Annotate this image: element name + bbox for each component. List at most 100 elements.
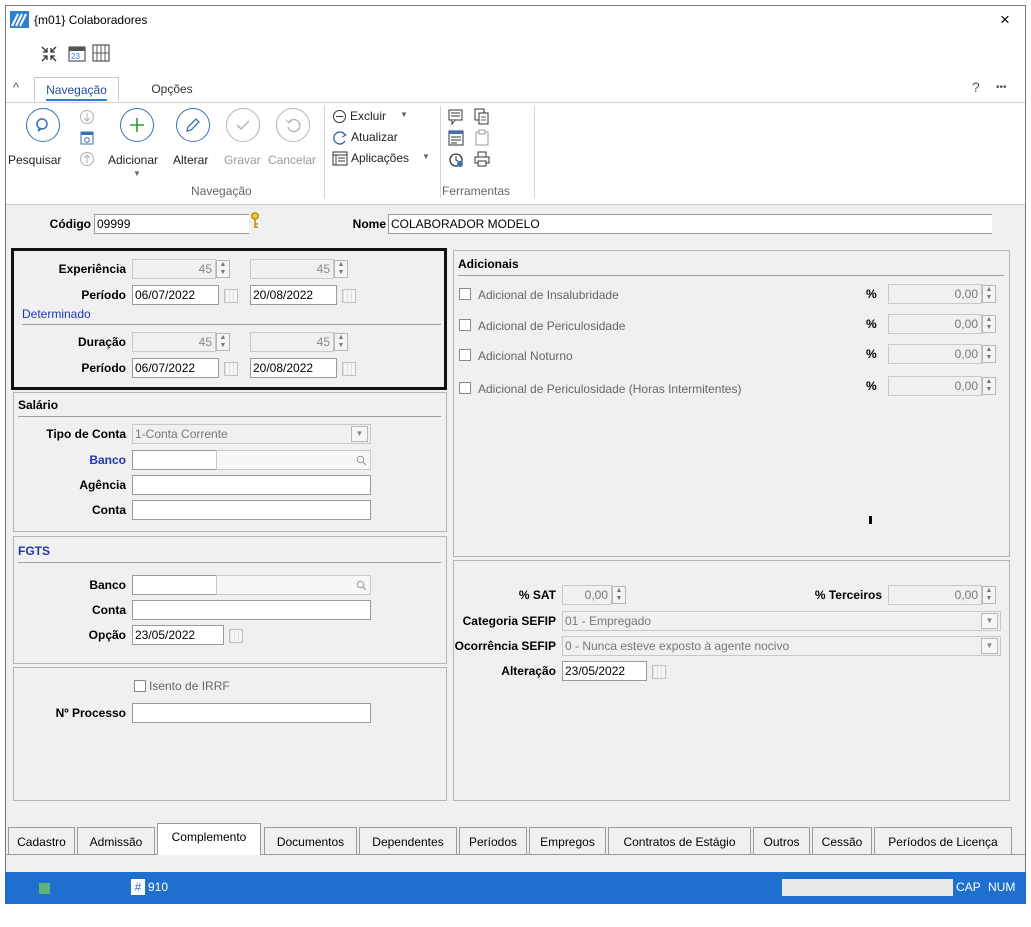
nome-input[interactable]: COLABORADOR MODELO: [388, 214, 992, 234]
codigo-input[interactable]: 09999: [94, 214, 249, 234]
search-icon[interactable]: [356, 580, 367, 591]
add-button[interactable]: Adicionar: [108, 153, 158, 167]
insalubridade-checkbox[interactable]: [459, 288, 471, 300]
banco-code-input[interactable]: [132, 450, 216, 470]
calendar-picker-icon[interactable]: [342, 289, 356, 303]
tab-cessao[interactable]: Cessão: [812, 827, 872, 855]
paste-icon[interactable]: [474, 129, 490, 146]
save-button-icon[interactable]: [226, 108, 260, 142]
periodo-end-input[interactable]: 20/08/2022: [250, 285, 337, 305]
applications-icon[interactable]: [332, 151, 348, 166]
applications-dropdown-icon[interactable]: ▼: [422, 152, 430, 161]
periculosidade-checkbox[interactable]: [459, 319, 471, 331]
spinner-icon[interactable]: ▲ ▼: [216, 333, 230, 351]
collapse-arrows-icon[interactable]: [40, 45, 58, 63]
close-icon[interactable]: ×: [1000, 10, 1010, 30]
chevron-down-icon[interactable]: ▼: [351, 426, 368, 442]
spinner-icon[interactable]: ▲ ▼: [334, 333, 348, 351]
periodo2-start-input[interactable]: 06/07/2022: [132, 358, 219, 378]
spinner-icon[interactable]: ▲ ▼: [982, 315, 996, 333]
spinner-icon[interactable]: ▲ ▼: [982, 285, 996, 303]
delete-icon[interactable]: [332, 109, 347, 124]
periculosidade-percent-input[interactable]: 0,00: [888, 314, 982, 334]
noturno-checkbox[interactable]: [459, 349, 471, 361]
grid-icon[interactable]: [92, 44, 110, 62]
refresh-button[interactable]: Atualizar: [351, 130, 398, 144]
periculosidade-intermitentes-percent-input[interactable]: 0,00: [888, 376, 982, 396]
message-icon[interactable]: [448, 109, 464, 125]
tab-cadastro[interactable]: Cadastro: [8, 827, 75, 855]
calendar-icon[interactable]: 23: [68, 44, 86, 62]
arrow-down-icon[interactable]: [79, 109, 95, 125]
calendar-picker-icon[interactable]: [342, 362, 356, 376]
calendar-picker-icon[interactable]: [224, 362, 238, 376]
refresh-icon[interactable]: [332, 130, 348, 145]
spinner-icon[interactable]: ▲ ▼: [982, 377, 996, 395]
delete-button[interactable]: Excluir: [350, 109, 386, 123]
banco-name-input[interactable]: [216, 450, 371, 470]
terceiros-input[interactable]: 0,00: [888, 585, 982, 605]
tab-contratos-estagio[interactable]: Contratos de Estágio: [608, 827, 751, 855]
key-icon[interactable]: [250, 212, 260, 230]
tipo-conta-select[interactable]: 1-Conta Corrente: [132, 424, 371, 444]
ribbon-tab-navegacao[interactable]: Navegação: [34, 77, 119, 102]
isento-irrf-checkbox[interactable]: [134, 680, 146, 692]
duracao-days-input-2[interactable]: 45: [250, 332, 334, 352]
tab-dependentes[interactable]: Dependentes: [359, 827, 457, 855]
form-icon[interactable]: [448, 130, 464, 146]
processo-input[interactable]: [132, 703, 371, 723]
add-dropdown-icon[interactable]: ▼: [133, 169, 141, 178]
periculosidade-intermitentes-checkbox[interactable]: [459, 382, 471, 394]
cancel-button[interactable]: Cancelar: [268, 153, 316, 167]
tab-periodos-licenca[interactable]: Períodos de Licença: [874, 827, 1012, 855]
fgts-banco-code-input[interactable]: [132, 575, 216, 595]
spinner-icon[interactable]: ▲ ▼: [612, 586, 626, 604]
add-button-icon[interactable]: [120, 108, 154, 142]
copy-icon[interactable]: [474, 108, 490, 125]
record-search-icon[interactable]: [79, 130, 95, 146]
tab-periodos[interactable]: Períodos: [459, 827, 527, 855]
experiencia-days-input-1[interactable]: 45: [132, 259, 216, 279]
cancel-button-icon[interactable]: [276, 108, 310, 142]
fgts-banco-name-input[interactable]: [216, 575, 371, 595]
tab-complemento[interactable]: Complemento: [157, 823, 261, 855]
arrow-up-icon[interactable]: [79, 151, 95, 167]
search-button[interactable]: Pesquisar: [8, 153, 61, 167]
duracao-days-input-1[interactable]: 45: [132, 332, 216, 352]
help-icon[interactable]: ?: [972, 79, 980, 95]
print-icon[interactable]: [474, 151, 490, 167]
noturno-percent-input[interactable]: 0,00: [888, 344, 982, 364]
ocorrencia-sefip-select[interactable]: 0 - Nunca esteve exposto à agente nocivo: [562, 636, 1001, 656]
edit-button-icon[interactable]: [176, 108, 210, 142]
spinner-icon[interactable]: ▲ ▼: [334, 260, 348, 278]
search-button-icon[interactable]: [26, 108, 60, 142]
ribbon-tab-opcoes[interactable]: Opções: [142, 77, 202, 102]
sat-input[interactable]: 0,00: [562, 585, 612, 605]
calendar-picker-icon[interactable]: [652, 665, 666, 679]
categoria-sefip-select[interactable]: 01 - Empregado: [562, 611, 1001, 631]
delete-dropdown-icon[interactable]: ▼: [400, 110, 408, 119]
experiencia-days-input-2[interactable]: 45: [250, 259, 334, 279]
save-button[interactable]: Gravar: [224, 153, 261, 167]
edit-button[interactable]: Alterar: [173, 153, 208, 167]
search-icon[interactable]: [356, 455, 367, 466]
applications-button[interactable]: Aplicações: [351, 151, 409, 165]
tab-documentos[interactable]: Documentos: [264, 827, 357, 855]
spinner-icon[interactable]: ▲ ▼: [216, 260, 230, 278]
agencia-input[interactable]: [132, 475, 371, 495]
tab-empregos[interactable]: Empregos: [529, 827, 606, 855]
tab-admissao[interactable]: Admissão: [77, 827, 155, 855]
periodo2-end-input[interactable]: 20/08/2022: [250, 358, 337, 378]
chevron-down-icon[interactable]: ▼: [981, 613, 998, 629]
alteracao-date-input[interactable]: 23/05/2022: [562, 661, 647, 681]
chevron-down-icon[interactable]: ▼: [981, 638, 998, 654]
ribbon-collapse-icon[interactable]: ^: [13, 80, 19, 95]
history-icon[interactable]: [448, 152, 464, 168]
more-options-icon[interactable]: •••: [996, 82, 1007, 93]
spinner-icon[interactable]: ▲ ▼: [982, 586, 996, 604]
tab-outros[interactable]: Outros: [753, 827, 810, 855]
calendar-picker-icon[interactable]: [229, 629, 243, 643]
periodo-start-input[interactable]: 06/07/2022: [132, 285, 219, 305]
insalubridade-percent-input[interactable]: 0,00: [888, 284, 982, 304]
opcao-date-input[interactable]: 23/05/2022: [132, 625, 224, 645]
